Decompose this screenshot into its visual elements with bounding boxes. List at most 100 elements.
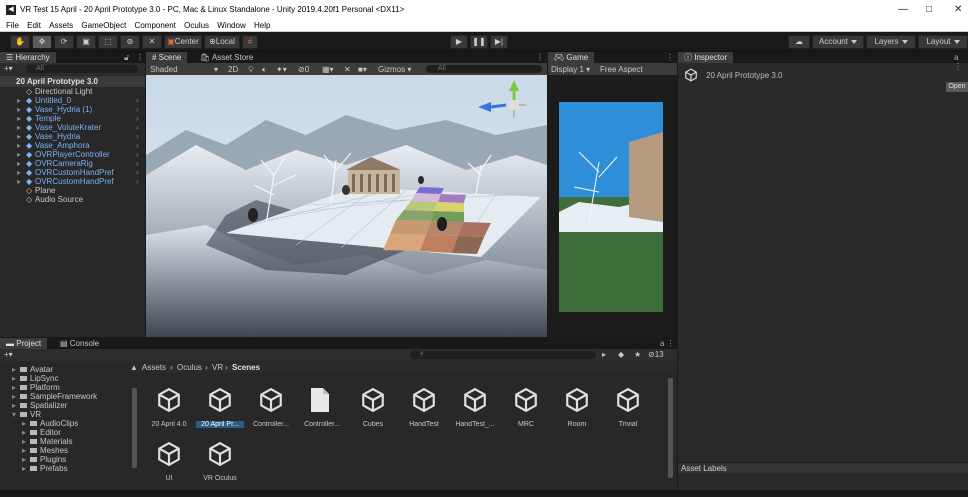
tab-hierarchy[interactable]: ☰ Hierarchy [0,52,56,63]
cloud-icon[interactable]: ☁ [788,35,810,49]
asset-item[interactable]: 20 April Pr... [196,383,244,443]
hierarchy-item[interactable]: ▸ › ◆ Vase_Hydria [0,132,145,141]
scene-more-icon[interactable]: ⋮ [536,53,544,62]
asset-item[interactable]: Room [553,383,601,443]
menu-gameobject[interactable]: GameObject [81,21,126,30]
hierarchy-item[interactable]: ▸ › ◆ Temple [0,114,145,123]
custom-tool-icon[interactable]: ✕ [142,35,162,49]
hidden-packages-count[interactable]: ⊘13 [648,350,664,359]
expand-arrow-icon[interactable]: ▸ [17,123,21,132]
breadcrumb-oculus[interactable]: Oculus [177,363,202,372]
open-prefab-icon[interactable]: › [136,159,139,168]
hierarchy-item[interactable]: ◇ Directional Light [0,87,145,96]
hierarchy-item[interactable]: ▸ › ◆ Vase_VoluteKrater [0,123,145,132]
rotate-tool-icon[interactable]: ⟳ [54,35,74,49]
folder-expand-icon[interactable]: ▸ [12,383,16,392]
open-prefab-icon[interactable]: › [136,132,139,141]
menu-edit[interactable]: Edit [27,21,41,30]
hierarchy-item[interactable]: ▸ › ◆ OVRCustomHandPref [0,177,145,186]
folder-tree-item[interactable]: ▸ Spatializer [0,401,130,410]
tab-asset-store[interactable]: 🛍︎ Asset Store [194,52,259,63]
hierarchy-item[interactable]: ◇ Audio Source [0,195,145,204]
favorite-icon[interactable]: ★ [634,350,641,359]
scene-viewport[interactable] [146,75,547,337]
open-prefab-icon[interactable]: › [136,114,139,123]
expand-arrow-icon[interactable]: ▸ [17,114,21,123]
step-button[interactable]: ▶| [490,35,508,49]
aspect-dropdown[interactable]: Free Aspect [600,65,643,74]
folder-tree-item[interactable]: ▸ LipSync [0,374,130,383]
maximize-button[interactable]: □ [926,4,932,15]
asset-item[interactable]: UI [145,437,193,497]
open-prefab-icon[interactable]: › [136,141,139,150]
expand-arrow-icon[interactable]: ▸ [17,159,21,168]
asset-item[interactable]: Controller... [247,383,295,443]
hidden-objects-icon[interactable]: ⊘0 [298,65,309,74]
gizmos-dropdown[interactable]: Gizmos ▾ [378,65,411,74]
folder-tree-item[interactable]: ▸ Avatar [0,365,130,374]
folder-expand-icon[interactable]: ▾ [12,410,16,419]
tools-toggle-icon[interactable]: ✕ [344,65,351,74]
folder-expand-icon[interactable]: ▸ [22,437,26,446]
asset-item[interactable]: HandTest [400,383,448,443]
account-dropdown[interactable]: Account [812,35,864,49]
folder-expand-icon[interactable]: ▸ [22,428,26,437]
folder-tree-item[interactable]: ▸ Editor [0,428,130,437]
menu-file[interactable]: File [6,21,19,30]
pivot-center-toggle[interactable]: ▣Center [164,35,202,49]
folder-expand-icon[interactable]: ▸ [12,392,16,401]
folder-tree-item[interactable]: ▸ Meshes [0,446,130,455]
shading-dropdown[interactable]: Shaded [150,65,178,74]
minimize-button[interactable]: — [898,4,908,15]
folder-expand-icon[interactable]: ▸ [22,455,26,464]
menu-help[interactable]: Help [254,21,270,30]
hierarchy-item[interactable]: ▸ › ◆ Vase_Amphora [0,141,145,150]
audio-toggle-icon[interactable]: 🔈︎ [262,65,267,75]
expand-arrow-icon[interactable]: ▸ [17,105,21,114]
mode-2d-toggle[interactable]: 2D [228,65,238,74]
menu-oculus[interactable]: Oculus [184,21,209,30]
breadcrumb-scenes[interactable]: Scenes [232,363,260,372]
game-more-icon[interactable]: ⋮ [666,53,674,62]
hierarchy-item[interactable]: ◇ Plane [0,186,145,195]
folder-expand-icon[interactable]: ▸ [22,446,26,455]
folder-expand-icon[interactable]: ▸ [12,374,16,383]
folder-expand-icon[interactable]: ▸ [12,365,16,374]
display-dropdown[interactable]: Display 1 ▾ [551,65,590,74]
asset-item[interactable]: 20 April 4.0 [145,383,193,443]
layout-dropdown[interactable]: Layout [918,35,968,49]
asset-item[interactable]: HandTest_... [451,383,499,443]
hand-tool-icon[interactable]: ✋ [10,35,30,49]
folder-tree-item[interactable]: ▸ Platform [0,383,130,392]
folder-expand-icon[interactable]: ▸ [12,401,16,410]
asset-item[interactable]: Cubes [349,383,397,443]
folder-expand-icon[interactable]: ▸ [22,464,26,473]
lighting-toggle-icon[interactable]: 💡︎ [248,65,254,75]
asset-item[interactable]: Controller... [298,383,346,443]
hierarchy-item[interactable]: ▸ › ◆ OVRCameraRig [0,159,145,168]
open-prefab-icon[interactable]: › [136,123,139,132]
create-button[interactable]: +▾ [4,64,13,73]
filter-label-icon[interactable]: ◆ [618,350,624,359]
expand-arrow-icon[interactable]: ▸ [17,141,21,150]
folder-tree-scrollbar[interactable] [132,388,137,468]
folder-tree-item[interactable]: ▸ Plugins [0,455,130,464]
open-prefab-icon[interactable]: › [136,177,139,186]
expand-arrow-icon[interactable]: ▸ [17,177,21,186]
game-view-render[interactable] [559,102,663,312]
folder-tree-item[interactable]: ▸ Materials [0,437,130,446]
asset-item[interactable]: Trivial [604,383,652,443]
scene-search-input[interactable]: All [426,65,542,73]
asset-item[interactable]: MRC [502,383,550,443]
expand-arrow-icon[interactable]: ▸ [17,168,21,177]
inspector-lock-icon[interactable]: a ⋮ [954,53,968,71]
hierarchy-item[interactable]: ▸ › ◆ Vase_Hydria (1) [0,105,145,114]
grid-toggle-icon[interactable]: ▦▾ [322,65,334,74]
filter-type-icon[interactable]: ▸ [602,350,606,359]
transform-tool-icon[interactable]: ⊛ [120,35,140,49]
tab-scene[interactable]: # Scene [146,52,188,63]
expand-arrow-icon[interactable]: ▸ [17,150,21,159]
camera-toggle-icon[interactable]: ■▾ [358,65,367,74]
rect-tool-icon[interactable]: ⬚ [98,35,118,49]
move-tool-icon[interactable]: ✥ [32,35,52,49]
